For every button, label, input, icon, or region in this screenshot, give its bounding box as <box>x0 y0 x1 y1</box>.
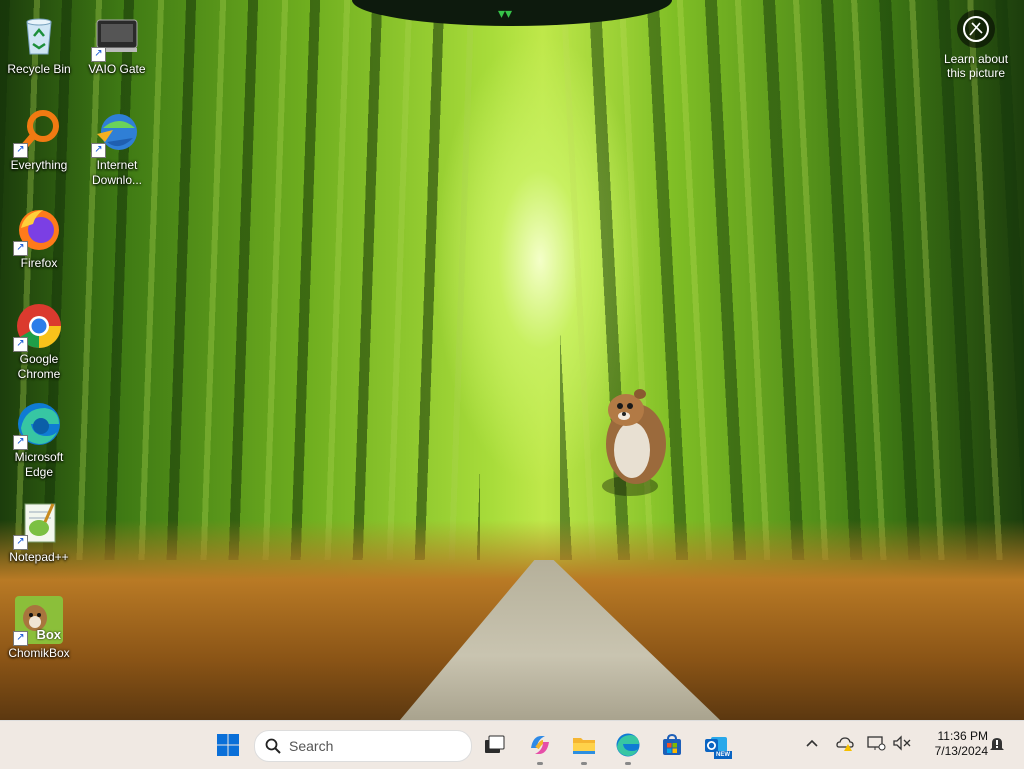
chevron-up-icon <box>806 739 818 747</box>
desktop-icon-internet-download-manager[interactable]: ↗ Internet Downlo... <box>79 108 155 188</box>
chrome-icon: ↗ <box>13 302 63 352</box>
shortcut-arrow-icon: ↗ <box>91 143 106 158</box>
new-badge: NEW <box>714 751 732 759</box>
desktop-icon-recycle-bin[interactable]: Recycle Bin <box>1 12 77 77</box>
edge-icon <box>616 733 640 757</box>
shortcut-arrow-icon: ↗ <box>13 631 28 646</box>
icon-label: VAIO Gate <box>88 62 146 76</box>
taskbar: Search NEW 11:36 PM 7/13/2024 <box>0 720 1024 769</box>
start-button[interactable] <box>210 727 246 763</box>
running-indicator <box>625 762 631 765</box>
show-hidden-icons-button[interactable] <box>806 735 818 751</box>
file-explorer-icon <box>573 738 595 754</box>
start-icon <box>217 734 239 756</box>
speaker-muted-icon <box>893 735 911 751</box>
icon-label: Google Chrome <box>17 352 61 381</box>
chomikbox-badge-text: Box <box>36 627 61 642</box>
firefox-icon: ↗ <box>13 206 63 256</box>
task-view-icon <box>485 735 505 753</box>
notification-bell-icon <box>990 738 1004 750</box>
file-explorer-button[interactable] <box>566 727 602 765</box>
icon-label: Firefox <box>20 256 58 270</box>
clock-time: 11:36 PM <box>937 729 988 743</box>
shortcut-arrow-icon: ↗ <box>13 435 28 450</box>
clock-button[interactable]: 11:36 PM 7/13/2024 <box>918 729 988 759</box>
desktop-icon-edge[interactable]: ↗ Microsoft Edge <box>1 400 77 480</box>
recycle-bin-icon <box>15 12 63 60</box>
edge-taskbar-button[interactable] <box>610 727 646 765</box>
notepad-plus-plus-icon: ↗ <box>13 500 63 550</box>
running-indicator <box>537 762 543 765</box>
volume-tray-button[interactable] <box>892 735 912 754</box>
clock-date: 7/13/2024 <box>934 744 988 758</box>
shortcut-arrow-icon: ↗ <box>91 47 106 62</box>
camera-lens-icon <box>957 10 995 48</box>
icon-label: Microsoft Edge <box>14 450 64 479</box>
everything-search-icon: ↗ <box>13 108 63 158</box>
shortcut-arrow-icon: ↗ <box>13 337 28 352</box>
desktop-icon-firefox[interactable]: ↗ Firefox <box>1 206 77 271</box>
icon-label: ChomikBox <box>8 646 70 660</box>
desktop-icon-vaio-gate[interactable]: ↗ VAIO Gate <box>79 12 155 77</box>
learn-about-picture-button[interactable]: Learn about this picture <box>936 10 1016 80</box>
icon-label: Everything <box>10 158 68 172</box>
shortcut-arrow-icon: ↗ <box>13 241 28 256</box>
running-indicator <box>581 762 587 765</box>
taskbar-search[interactable]: Search <box>254 730 472 762</box>
desktop-icon-chrome[interactable]: ↗ Google Chrome <box>1 302 77 382</box>
copilot-icon <box>531 736 549 754</box>
outlook-new-button[interactable]: NEW <box>698 727 734 763</box>
desktop-icon-everything[interactable]: ↗ Everything <box>1 108 77 173</box>
chevron-down-icon: ▾▾ <box>498 5 513 21</box>
learn-about-label: Learn about this picture <box>943 52 1009 80</box>
microsoft-store-button[interactable] <box>654 727 690 763</box>
shortcut-arrow-icon: ↗ <box>13 143 28 158</box>
chomik-mascot[interactable] <box>596 378 676 498</box>
network-icon <box>867 736 886 751</box>
copilot-button[interactable] <box>522 727 558 765</box>
shortcut-arrow-icon: ↗ <box>13 535 28 550</box>
task-view-button[interactable] <box>476 727 512 763</box>
onedrive-warning-icon <box>836 737 854 751</box>
onedrive-tray-button[interactable] <box>836 735 856 754</box>
vaio-gate-icon: ↗ <box>91 12 141 62</box>
edge-icon: ↗ <box>13 400 63 450</box>
microsoft-store-icon <box>663 733 681 755</box>
chomikbox-icon: Box ↗ <box>13 596 63 646</box>
icon-label: Notepad++ <box>9 550 69 564</box>
icon-label: Internet Downlo... <box>91 158 143 187</box>
icon-label: Recycle Bin <box>7 62 71 76</box>
network-tray-button[interactable] <box>866 735 886 754</box>
notifications-button[interactable] <box>988 735 1006 756</box>
search-icon <box>265 738 281 754</box>
search-label: Search <box>289 738 334 754</box>
desktop-icon-chomikbox[interactable]: Box ↗ ChomikBox <box>1 596 77 661</box>
desktop-icon-notepad-plus-plus[interactable]: ↗ Notepad++ <box>1 500 77 565</box>
internet-download-manager-icon: ↗ <box>91 108 141 158</box>
